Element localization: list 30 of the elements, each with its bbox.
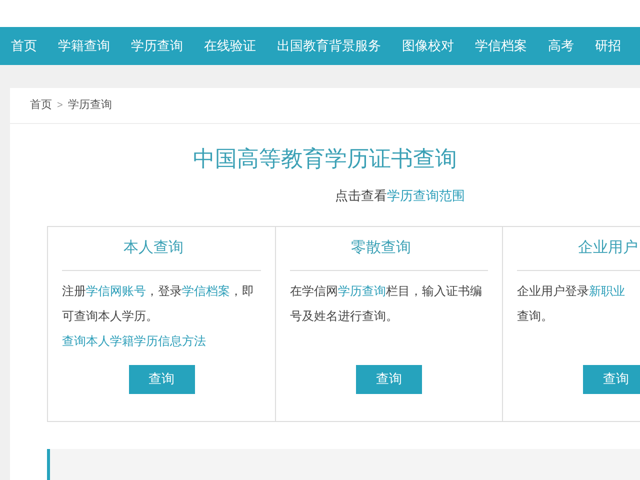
card-title: 本人查询 <box>62 226 261 270</box>
card-text: 注册学信网账号，登录学信档案，即可查询本人学历。 <box>62 282 255 324</box>
query-button[interactable]: 查询 <box>128 364 194 394</box>
text-link[interactable]: 学信档案 <box>182 284 230 298</box>
query-button[interactable]: 查询 <box>583 364 640 394</box>
card-text: 查询。 <box>517 308 554 324</box>
breadcrumb-link[interactable]: 学历查询 <box>68 97 112 114</box>
card-text: 企业用户登录新职业 <box>517 282 626 300</box>
text-link[interactable]: 学历查询范围 <box>387 188 465 203</box>
text-link[interactable]: 查询本人学籍学历信息方法 <box>62 334 206 348</box>
subtitle-text: 点击查看学历查询范围 <box>334 187 465 205</box>
nav-link[interactable]: 研招 <box>595 36 621 56</box>
nav-link[interactable]: 首页 <box>11 36 37 56</box>
nav-link[interactable]: 学历查询 <box>131 36 183 56</box>
card-title: 企业用户 <box>517 226 640 270</box>
page-title: 中国高等教育学历证书查询 <box>193 145 457 173</box>
nav-link[interactable]: 学籍查询 <box>58 36 110 56</box>
breadcrumb-separator: > <box>57 99 63 113</box>
nav-link[interactable]: 学信档案 <box>475 36 527 56</box>
nav-link[interactable]: 高考 <box>548 36 574 56</box>
breadcrumb-link[interactable]: 首页 <box>30 97 52 114</box>
text-link[interactable]: 新职业 <box>589 284 625 298</box>
card-text: 在学信网学历查询栏目，输入证书编号及姓名进行查询。 <box>290 282 483 324</box>
text-link[interactable]: 学历查询 <box>338 284 386 298</box>
nav-link[interactable]: 图像校对 <box>402 36 454 56</box>
text-link[interactable]: 学信网账号 <box>86 284 146 298</box>
nav-link[interactable]: 在线验证 <box>204 36 256 56</box>
card-title: 零散查询 <box>290 226 488 270</box>
query-button[interactable]: 查询 <box>356 364 422 394</box>
nav-link[interactable]: 出国教育背景服务 <box>277 36 381 56</box>
